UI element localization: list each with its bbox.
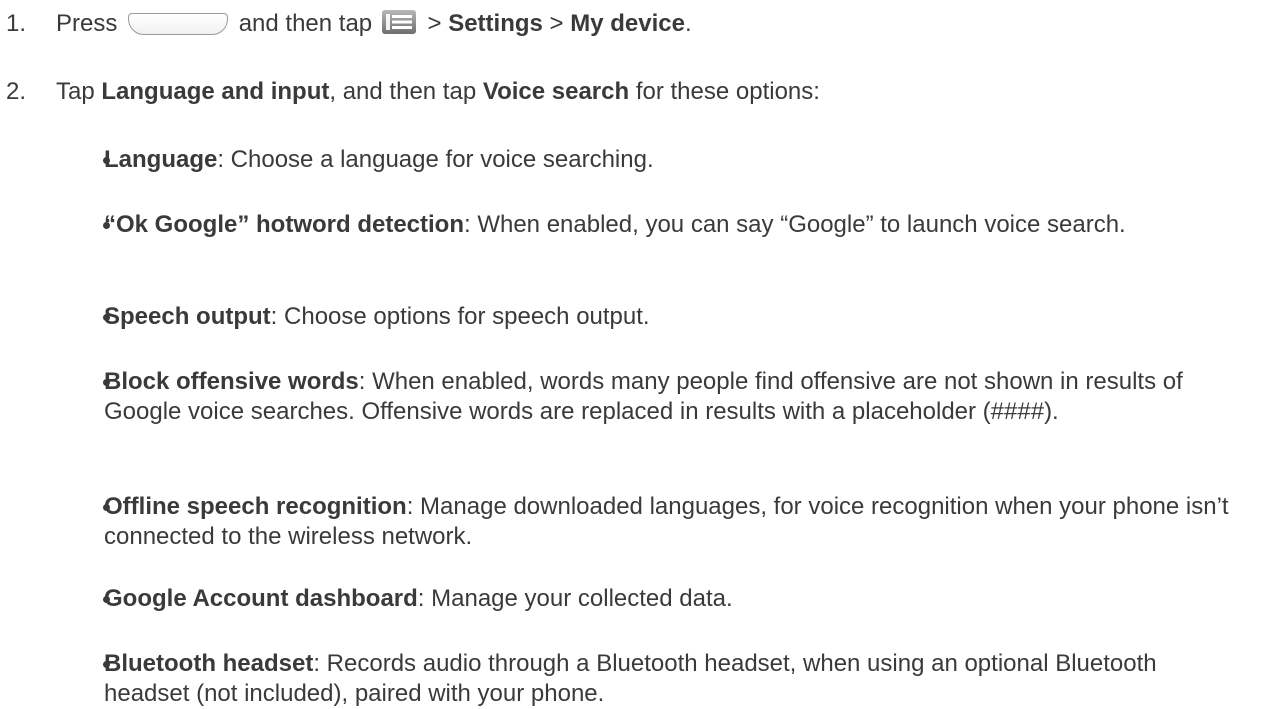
option-term: “Ok Google” hotword detection	[104, 211, 464, 238]
step-2: 2. Tap Language and input, and then tap V…	[6, 77, 1246, 107]
home-key-icon	[128, 13, 229, 35]
period: .	[684, 10, 692, 37]
option-description: : Choose options for speech output.	[270, 303, 650, 330]
menu-key-icon	[381, 10, 416, 34]
option-description: : When enabled, you can say “Google” to …	[464, 211, 1126, 238]
separator: >	[427, 10, 442, 37]
step-text: Tap	[56, 78, 95, 105]
separator: >	[549, 10, 564, 37]
step-text: , and then tap	[329, 78, 477, 105]
step-number: 1.	[6, 10, 27, 37]
voice-search-label: Voice search	[482, 78, 630, 105]
option-term: Block offensive words	[104, 368, 359, 395]
option-term: Bluetooth headset	[104, 650, 314, 677]
step-text: for these options:	[635, 78, 820, 105]
step-1: 1. Press and then tap > Settings > My dev…	[6, 9, 1246, 39]
step-number: 2.	[6, 78, 27, 105]
option-term: Offline speech recognition	[104, 493, 407, 520]
option-term: Speech output	[104, 303, 271, 330]
step-text: Press	[56, 10, 118, 37]
option-term: Language	[104, 146, 218, 173]
instruction-page: 1. Press and then tap > Settings > My dev…	[0, 0, 1266, 707]
my-device-label: My device	[570, 10, 685, 37]
step-text: and then tap	[238, 10, 373, 37]
settings-label: Settings	[448, 10, 543, 37]
option-description: : Manage your collected data.	[417, 585, 733, 612]
option-description: : Choose a language for voice searching.	[217, 146, 654, 173]
language-and-input-label: Language and input	[101, 78, 330, 105]
option-term: Google Account dashboard	[104, 585, 418, 612]
